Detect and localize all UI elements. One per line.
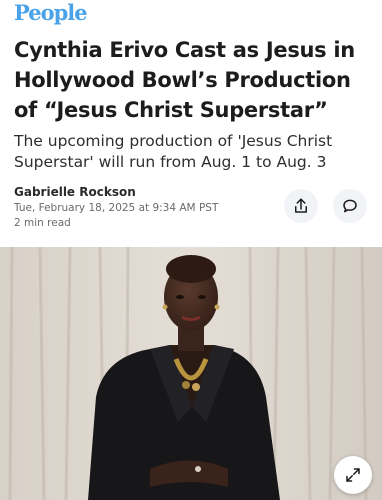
article-headline: Cynthia Erivo Cast as Jesus in Hollywood… [14, 38, 355, 122]
author-name[interactable]: Gabrielle Rockson [14, 184, 136, 200]
article-page: People Cynthia Erivo Cast as Jesus in Ho… [0, 0, 382, 500]
people-logo[interactable]: People [14, 1, 88, 25]
share-icon [295, 198, 307, 213]
publish-date: Tue, February 18, 2025 at 9:34 AM PST [14, 202, 219, 214]
comment-icon [343, 199, 357, 213]
expand-icon [346, 468, 360, 482]
expand-image-button[interactable] [334, 456, 372, 494]
read-time: 2 min read [14, 217, 71, 229]
hero-photo[interactable] [0, 247, 382, 500]
hero-photo-illustration [0, 247, 382, 500]
comments-button[interactable] [333, 189, 367, 223]
share-button[interactable] [284, 189, 318, 223]
article-subheadline: The upcoming production of 'Jesus Christ… [14, 132, 333, 171]
